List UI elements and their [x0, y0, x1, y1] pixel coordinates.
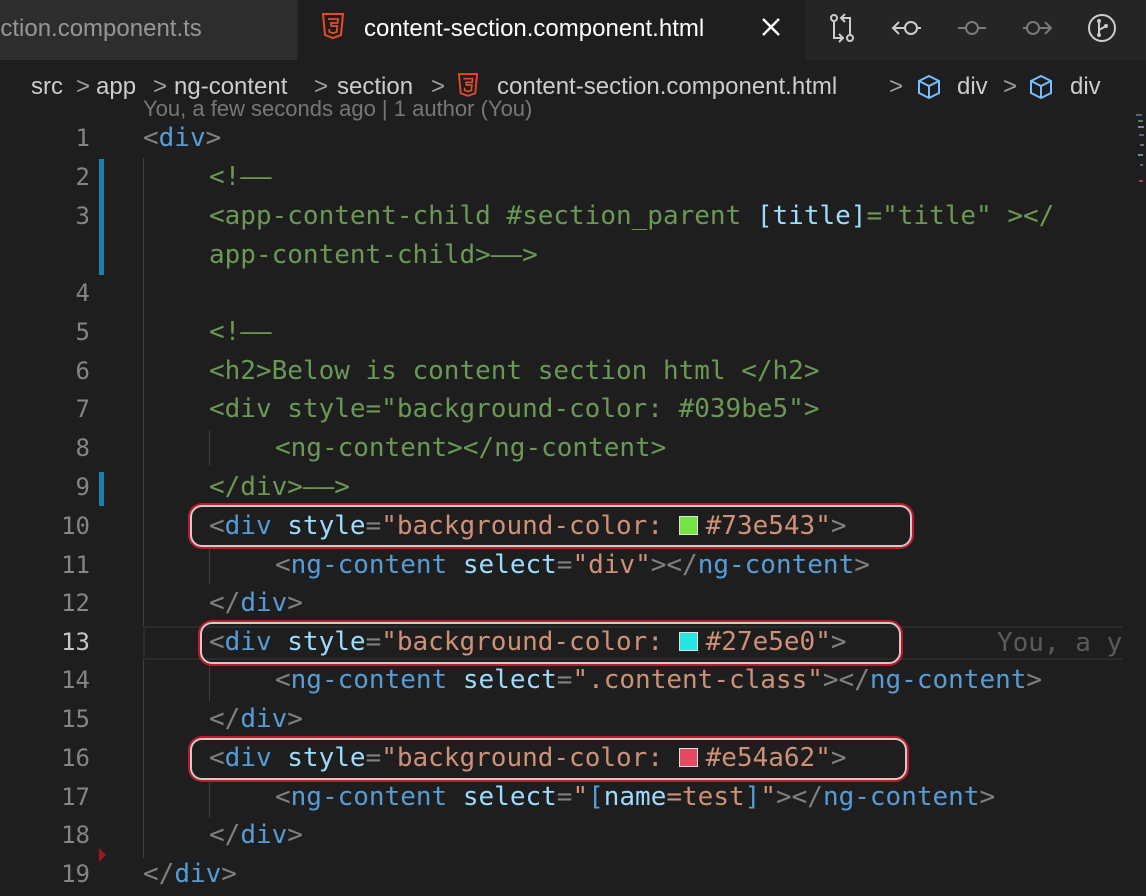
line-number: 10	[61, 512, 90, 540]
minimap-line	[1138, 154, 1143, 156]
codelens-author[interactable]: You, a few seconds ago | 1 author (You)	[143, 96, 532, 122]
chevron-right-icon: >	[76, 73, 91, 100]
color-swatch[interactable]	[678, 631, 698, 651]
line-number: 3	[75, 202, 90, 230]
color-swatch[interactable]	[678, 747, 698, 767]
code-line-2[interactable]: <!——	[209, 160, 272, 194]
line-number: 19	[61, 860, 90, 888]
indent-guide	[143, 158, 144, 858]
code-line-18[interactable]: </div>	[209, 818, 303, 852]
line-number: 11	[61, 551, 90, 579]
chevron-right-icon: >	[1003, 73, 1018, 100]
tab-label: ection.component.ts	[0, 15, 202, 42]
minimap-line	[1140, 164, 1143, 166]
compare-changes-icon[interactable]	[826, 12, 858, 44]
breadcrumb-file[interactable]: content-section.component.html	[497, 73, 837, 101]
minimap[interactable]	[1122, 114, 1146, 896]
code-line-5[interactable]: <!——	[209, 315, 272, 349]
code-line-14[interactable]: <ng-content select=".content-class"></ng…	[275, 663, 1042, 697]
code-line-16[interactable]: <div style="background-color: #e54a62">	[209, 741, 847, 775]
indent-guide	[209, 780, 210, 818]
tab-content-section-component-html[interactable]: content-section.component.html	[298, 0, 806, 60]
color-swatch[interactable]	[678, 515, 698, 535]
line-number: 17	[61, 783, 90, 811]
line-number: 15	[61, 705, 90, 733]
code-line-3[interactable]: <app-content-child #section_parent [titl…	[209, 199, 1054, 233]
code-line-19[interactable]: </div>	[143, 857, 237, 891]
indent-guide	[209, 546, 210, 584]
line-number: 16	[61, 744, 90, 772]
inline-blame[interactable]: You, a y	[997, 626, 1122, 660]
code-line-13[interactable]: <div style="background-color: #27e5e0">	[209, 625, 847, 659]
git-commit-icon[interactable]	[956, 12, 988, 44]
breadcrumb-src[interactable]: src	[31, 73, 63, 101]
html5-icon	[322, 13, 344, 39]
line-number: 12	[61, 589, 90, 617]
minimap-line	[1139, 134, 1144, 136]
html5-icon	[458, 73, 478, 97]
git-graph-icon[interactable]	[1086, 12, 1118, 44]
code-line-11[interactable]: <ng-content select="div"></ng-content>	[275, 548, 870, 582]
tab-bar: ection.component.ts content-section.comp…	[0, 0, 1146, 60]
git-modified-marker[interactable]	[99, 472, 104, 506]
code-line-9[interactable]: </div>——>	[209, 470, 350, 504]
line-number: 5	[75, 318, 90, 346]
close-icon[interactable]	[758, 14, 784, 40]
indent-guide	[209, 663, 210, 701]
tab-label: content-section.component.html	[364, 15, 705, 42]
minimap-line	[1140, 144, 1144, 146]
minimap-line	[1139, 180, 1143, 182]
line-number: 9	[75, 473, 90, 501]
code-line-17[interactable]: <ng-content select="[name=test]"></ng-co…	[275, 780, 995, 814]
code-line-10[interactable]: <div style="background-color: #73e543">	[209, 509, 847, 543]
minimap-line	[1138, 120, 1143, 122]
indent-guide	[209, 430, 210, 466]
breadcrumb-app[interactable]: app	[96, 73, 136, 101]
line-number: 7	[75, 395, 90, 423]
line-number: 2	[75, 163, 90, 191]
minimap-line	[1138, 126, 1144, 128]
code-line-12[interactable]: </div>	[209, 586, 303, 620]
git-modified-marker[interactable]	[99, 159, 104, 275]
tab-section-component-ts[interactable]: ection.component.ts	[0, 0, 298, 60]
line-number: 18	[61, 821, 90, 849]
line-number: 8	[75, 434, 90, 462]
line-number: 14	[61, 666, 90, 694]
git-deleted-marker[interactable]	[99, 848, 106, 862]
code-line-15[interactable]: </div>	[209, 702, 303, 736]
code-line-8[interactable]: <ng-content></ng-content>	[275, 431, 666, 465]
cube-icon	[1030, 74, 1052, 100]
code-line-3-wrap[interactable]: app-content-child>——>	[209, 238, 538, 272]
line-number: 13	[61, 628, 90, 656]
chevron-right-icon: >	[889, 73, 904, 100]
git-next-icon[interactable]	[1021, 12, 1053, 44]
breadcrumb-div[interactable]: div	[1070, 73, 1101, 101]
code-line-7[interactable]: <div style="background-color: #039be5">	[209, 392, 819, 426]
code-line-6[interactable]: <h2>Below is content section html </h2>	[209, 354, 819, 388]
line-number: 1	[75, 124, 90, 152]
breadcrumb-div[interactable]: div	[957, 73, 988, 101]
line-number: 4	[75, 279, 90, 307]
minimap-line	[1136, 114, 1142, 116]
git-previous-icon[interactable]	[891, 12, 923, 44]
line-number: 6	[75, 357, 90, 385]
code-line-1[interactable]: <div>	[143, 121, 221, 155]
cube-icon	[918, 74, 940, 100]
